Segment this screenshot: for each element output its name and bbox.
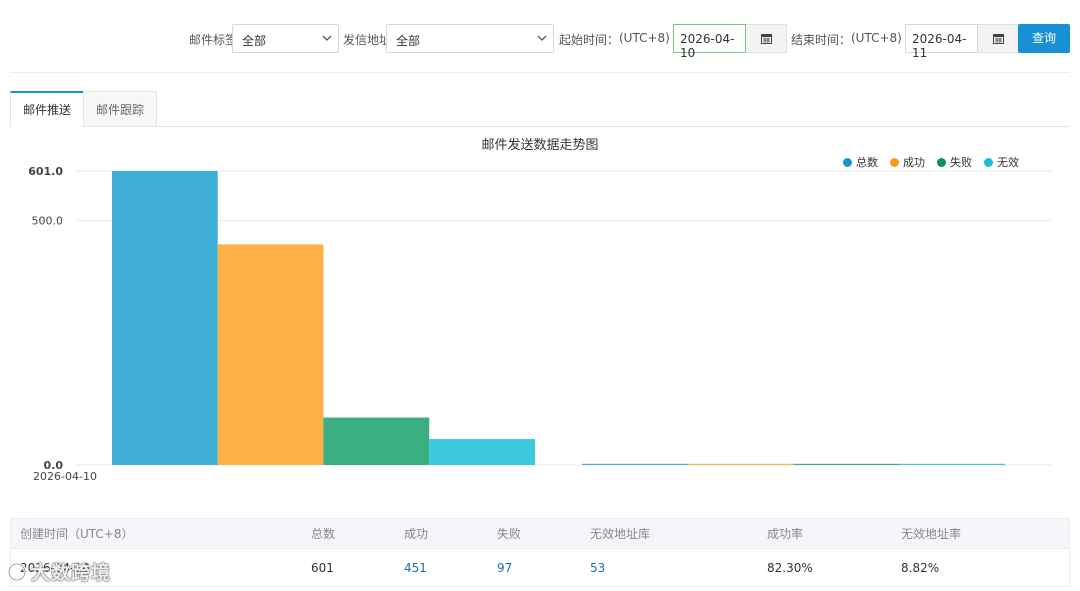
query-button[interactable]: 查询: [1018, 24, 1070, 53]
start-time-label: 起始时间：: [559, 33, 620, 47]
watermark-text: 大数跨境: [31, 562, 112, 584]
cell-total: 601: [311, 561, 334, 575]
sender-label: 发信地址: [343, 33, 392, 47]
calendar-icon: [993, 34, 1004, 44]
end-time-label: 结束时间：: [791, 33, 852, 47]
header-success: 成功: [404, 527, 429, 541]
cell-invalid-link[interactable]: 53: [590, 549, 605, 587]
sender-select[interactable]: 全部: [386, 24, 554, 53]
end-date-value: 2026-04-11: [912, 32, 967, 60]
sender-select-value: 全部: [396, 34, 421, 48]
start-date-input[interactable]: 2026-04-10: [673, 24, 746, 60]
header-success-rate: 成功率: [767, 527, 804, 541]
start-date-value: 2026-04-10: [680, 32, 735, 60]
chart-area: 邮件发送数据走势图 总数 成功 失败 无效 601.0 500.0 0.0 2026-…: [0, 128, 1080, 508]
header-invalid-rate: 无效地址率: [901, 527, 962, 541]
header-created-time: 创建时间（UTC+8）: [20, 527, 134, 541]
bar: [217, 244, 324, 465]
filter-bar: 邮件标签 全部 发信地址 全部 起始时间： (UTC+8) 2026-04-10…: [0, 24, 1080, 60]
end-timezone: (UTC+8): [851, 31, 902, 45]
bar: [687, 463, 794, 465]
table-row: 2026-04-10 601 451 97 53 82.30% 8.82%: [10, 549, 1070, 587]
tab-bar: 邮件推送 邮件跟踪: [10, 91, 1070, 127]
tag-label: 邮件标签: [189, 33, 238, 47]
bar-chart: 601.0500.00.02026-04-10: [28, 165, 1052, 483]
header-total: 总数: [311, 527, 336, 541]
bar: [112, 171, 218, 465]
cell-fail-link[interactable]: 97: [497, 549, 512, 587]
calendar-icon: [761, 34, 772, 44]
y-tick-label: 601.0: [28, 165, 63, 178]
start-timezone: (UTC+8): [619, 31, 670, 45]
tab-mail-push[interactable]: 邮件推送: [10, 91, 84, 127]
cell-success-rate: 82.30%: [767, 561, 813, 575]
tag-select-value: 全部: [242, 34, 267, 48]
watermark-logo-icon: [7, 562, 27, 581]
divider: [10, 72, 1070, 73]
tab-mail-tracking[interactable]: 邮件跟踪: [83, 91, 157, 127]
cell-invalid-rate: 8.82%: [901, 561, 940, 575]
stats-table: 创建时间（UTC+8） 总数 成功 失败 无效地址库 成功率 无效地址率 202…: [10, 518, 1070, 587]
bar: [582, 463, 688, 465]
end-date-input[interactable]: 2026-04-11: [905, 24, 978, 60]
start-calendar-button[interactable]: [746, 24, 787, 53]
bar: [429, 439, 535, 465]
watermark: 大数跨境: [6, 558, 111, 585]
cell-success-link[interactable]: 451: [404, 549, 427, 587]
chevron-down-icon: [322, 35, 332, 41]
header-fail: 失败: [497, 527, 522, 541]
bar: [793, 463, 900, 465]
x-tick-label: 2026-04-10: [33, 470, 97, 483]
y-tick-label: 500.0: [32, 214, 64, 227]
header-invalid-library: 无效地址库: [590, 527, 651, 541]
table-header: 创建时间（UTC+8） 总数 成功 失败 无效地址库 成功率 无效地址率: [10, 518, 1070, 549]
tag-select[interactable]: 全部: [232, 24, 339, 53]
end-calendar-button[interactable]: [978, 24, 1019, 53]
bar: [323, 417, 430, 465]
bar: [899, 463, 1005, 465]
chevron-down-icon: [537, 35, 547, 41]
